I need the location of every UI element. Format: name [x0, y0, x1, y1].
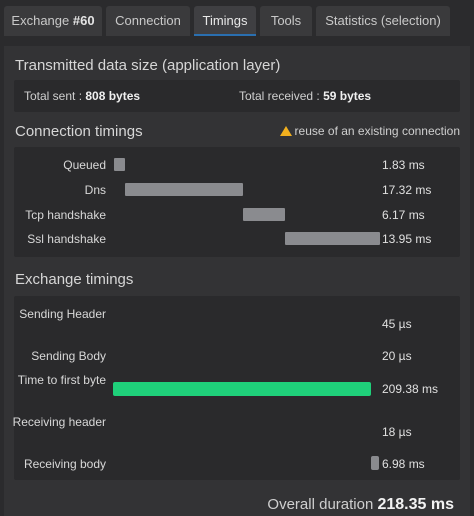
total-received: Total received : 59 bytes	[239, 89, 371, 103]
ssl-handshake-bar	[285, 232, 380, 245]
tab-tools[interactable]: Tools	[260, 6, 312, 36]
total-received-label: Total received :	[239, 89, 320, 103]
ttfb-value: 209.38 ms	[382, 382, 439, 396]
sending-body-value: 20 µs	[382, 349, 412, 363]
dns-value: 17.32 ms	[382, 183, 432, 197]
ssl-handshake-label: Ssl handshake	[27, 232, 106, 246]
transmitted-title: Transmitted data size (application layer…	[15, 57, 281, 74]
queued-label: Queued	[63, 158, 106, 172]
tab-statistics[interactable]: Statistics (selection)	[316, 6, 450, 36]
receiving-body-label: Receiving body	[23, 457, 106, 471]
connection-warning: reuse of an existing connection	[279, 124, 460, 138]
total-sent: Total sent : 808 bytes	[24, 89, 140, 103]
sending-body-label: Sending Body	[31, 349, 106, 363]
total-sent-value: 808 bytes	[85, 89, 141, 103]
tcp-handshake-label: Tcp handshake	[25, 208, 106, 222]
tab-statistics-label: Statistics (selection)	[325, 13, 441, 28]
overall-duration: Overall duration 218.35 ms	[267, 496, 454, 514]
tcp-handshake-value: 6.17 ms	[382, 208, 425, 222]
receiving-body-value: 6.98 ms	[382, 457, 425, 471]
total-sent-label: Total sent :	[24, 89, 83, 103]
tab-tools-label: Tools	[270, 13, 302, 28]
dns-bar	[125, 183, 243, 196]
tab-timings-label: Timings	[202, 13, 248, 28]
overall-duration-label: Overall duration	[267, 496, 374, 513]
receiving-body-bar	[371, 456, 379, 470]
tab-connection-label: Connection	[115, 13, 181, 28]
exchange-timings-title: Exchange timings	[15, 271, 134, 288]
total-received-value: 59 bytes	[323, 89, 372, 103]
warning-icon	[279, 126, 292, 136]
ssl-handshake-value: 13.95 ms	[382, 232, 432, 246]
connection-timings-title: Connection timings	[15, 123, 143, 140]
tab-exchange-label: Exchange	[11, 13, 73, 28]
sending-header-label: Sending Header	[19, 307, 106, 321]
tab-exchange[interactable]: Exchange #60	[4, 6, 102, 36]
overall-duration-value: 218.35 ms	[377, 496, 454, 513]
tab-bar: Exchange #60 Connection Timings Tools St…	[0, 0, 474, 40]
sending-header-value: 45 µs	[382, 317, 412, 331]
receiving-header-label: Receiving header	[12, 415, 106, 429]
tab-connection[interactable]: Connection	[106, 6, 190, 36]
ttfb-label: Time to first byte	[17, 373, 106, 387]
connection-warning-text: reuse of an existing connection	[294, 124, 460, 138]
receiving-header-value: 18 µs	[382, 425, 412, 439]
tab-exchange-number: #60	[72, 13, 95, 28]
queued-value: 1.83 ms	[382, 158, 425, 172]
tcp-handshake-bar	[243, 208, 285, 221]
dns-label: Dns	[84, 183, 106, 197]
queued-bar	[114, 158, 125, 171]
ttfb-bar	[113, 382, 371, 396]
tab-timings[interactable]: Timings	[194, 6, 256, 36]
